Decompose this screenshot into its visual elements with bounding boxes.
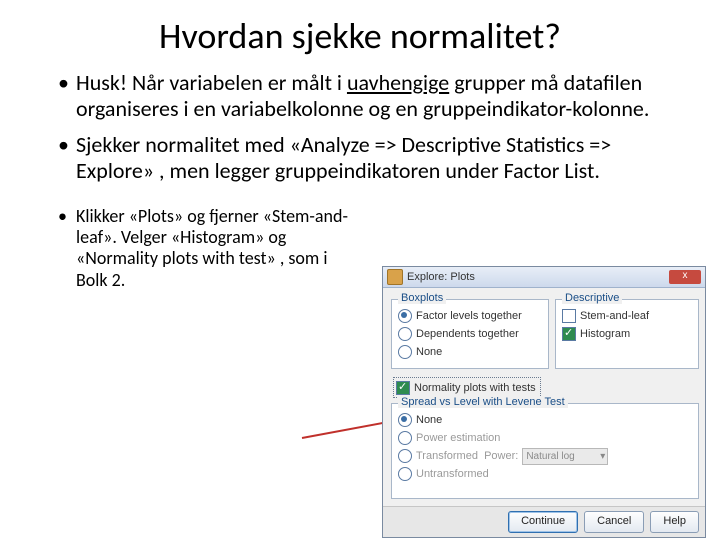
power-label: Power: [484,450,518,462]
check-histogram-label: Histogram [580,328,630,340]
close-icon[interactable]: x [669,270,701,284]
check-stem-leaf[interactable] [562,309,576,323]
radio-factor-levels[interactable] [398,309,412,323]
bullet-3: Klikker «Plots» og fjerner «Stem-and-lea… [58,206,348,291]
radio-transformed-label: Transformed [416,450,478,462]
radio-untransformed[interactable] [398,467,412,481]
bullet-1-text-a: Husk! Når variabelen er målt i [76,69,347,96]
radio-transformed[interactable] [398,449,412,463]
boxplots-group: Boxplots Factor levels together Dependen… [391,299,549,369]
radio-boxplots-none[interactable] [398,345,412,359]
check-stem-leaf-label: Stem-and-leaf [580,310,649,322]
bullet-2: Sjekker normalitet med «Analyze => Descr… [58,132,682,184]
normality-row: Normality plots with tests [393,377,541,398]
spread-legend: Spread vs Level with Levene Test [398,396,568,408]
radio-untransformed-label: Untransformed [416,468,489,480]
radio-factor-levels-label: Factor levels together [416,310,522,322]
bullet-1: Husk! Når variabelen er målt i uavhengig… [58,70,682,122]
radio-dependents-label: Dependents together [416,328,519,340]
radio-spread-none-label: None [416,414,442,426]
radio-power-est[interactable] [398,431,412,445]
explore-plots-dialog: Explore: Plots x Boxplots Factor levels … [382,266,706,538]
help-button[interactable]: Help [650,511,699,533]
dialog-title-text: Explore: Plots [407,271,475,283]
radio-spread-none[interactable] [398,413,412,427]
dialog-icon [387,269,403,285]
bullet-1-link: uavhengige [347,69,449,96]
continue-button[interactable]: Continue [508,511,578,533]
radio-power-est-label: Power estimation [416,432,500,444]
power-combo[interactable]: Natural log [522,448,608,465]
radio-boxplots-none-label: None [416,346,442,358]
check-normality[interactable] [396,381,410,395]
dialog-titlebar: Explore: Plots x [383,267,705,288]
dialog-button-bar: Continue Cancel Help [383,506,705,537]
check-normality-label: Normality plots with tests [414,382,536,394]
descriptive-group: Descriptive Stem-and-leaf Histogram [555,299,699,369]
descriptive-legend: Descriptive [562,292,622,304]
spread-group: Spread vs Level with Levene Test None Po… [391,403,699,499]
boxplots-legend: Boxplots [398,292,446,304]
slide-title: Hvordan sjekke normalitet? [0,14,720,58]
cancel-button[interactable]: Cancel [584,511,644,533]
radio-dependents[interactable] [398,327,412,341]
check-histogram[interactable] [562,327,576,341]
